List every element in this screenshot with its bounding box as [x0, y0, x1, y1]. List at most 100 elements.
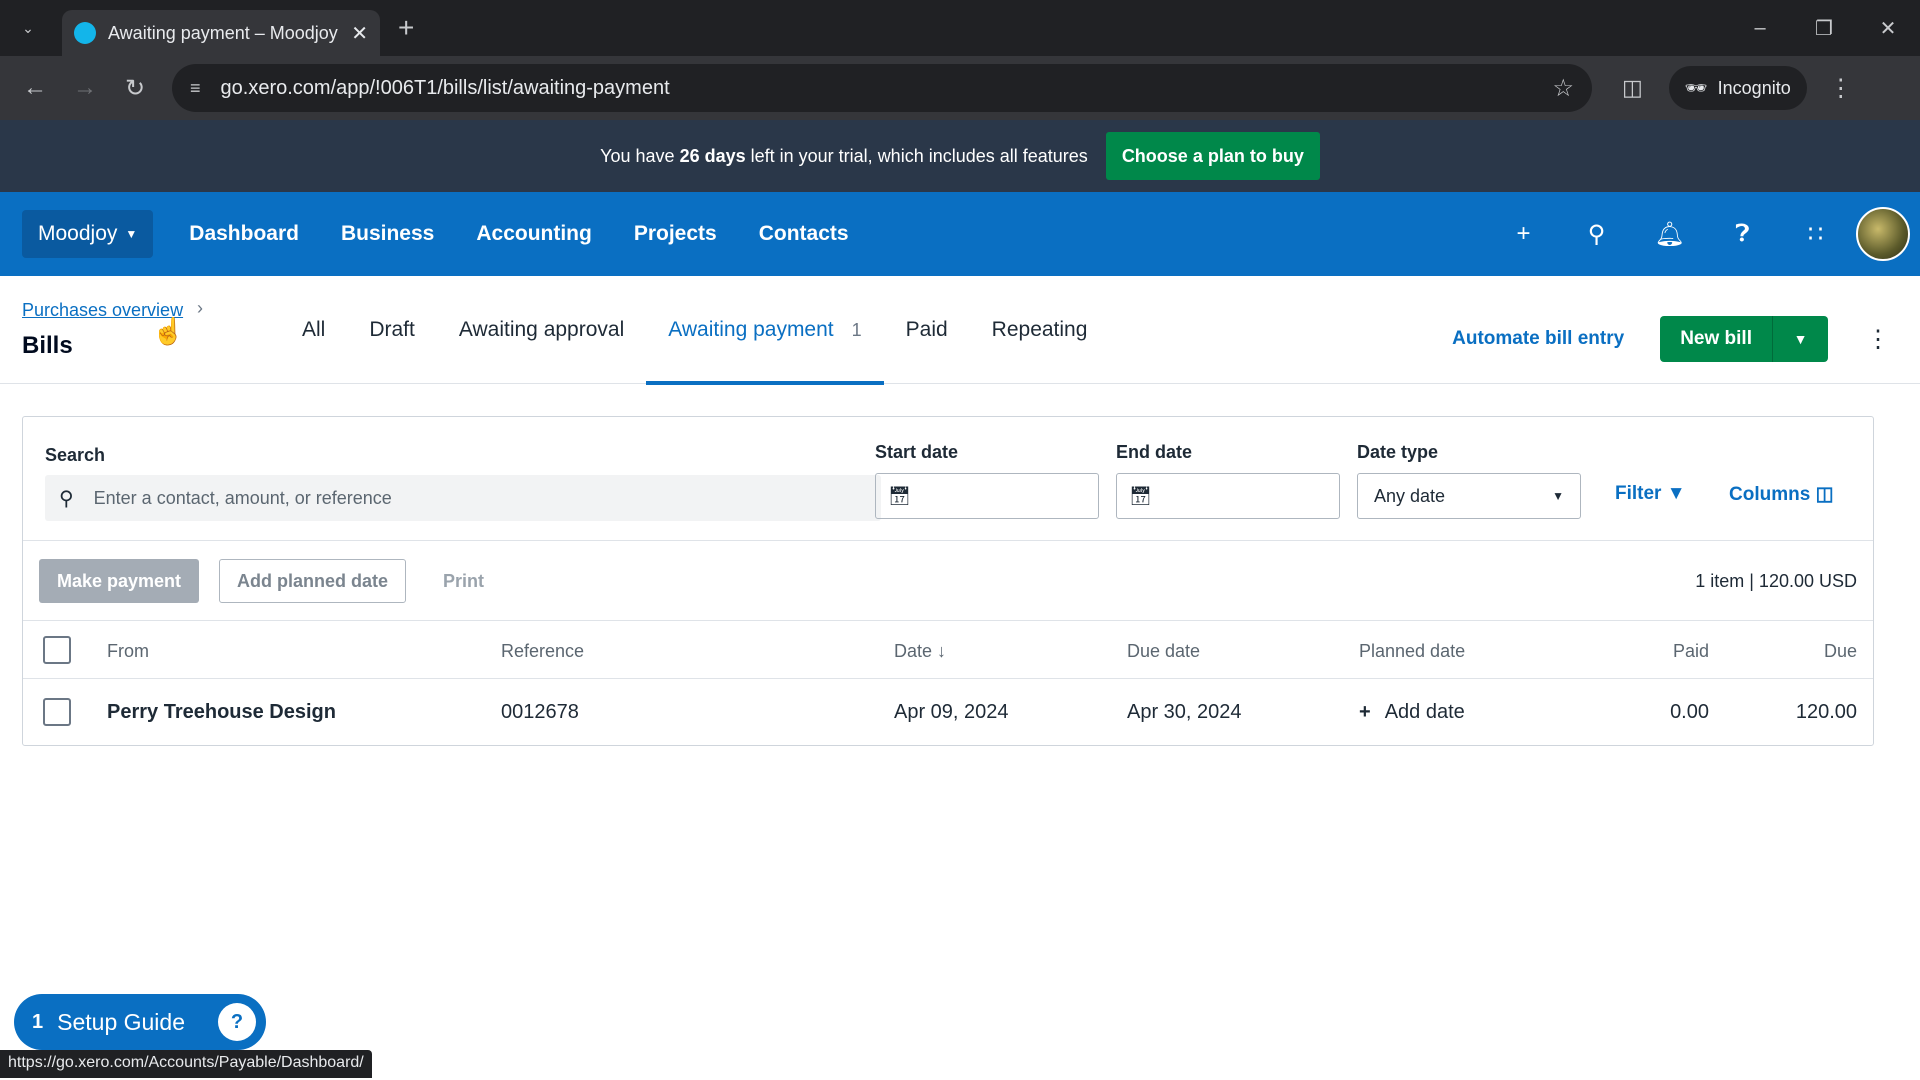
tab-all-label: All — [302, 318, 326, 341]
org-name: Moodjoy — [38, 222, 118, 245]
bills-panel: Search ⚲ Start date 📅︎ End date 📅︎ Date … — [22, 416, 1874, 746]
row-checkbox[interactable] — [43, 698, 71, 726]
incognito-label: Incognito — [1717, 77, 1791, 98]
browser-menu-icon[interactable]: ⋮ — [1829, 74, 1853, 103]
setup-guide-button[interactable]: 1 Setup Guide ? — [14, 994, 266, 1050]
table-row[interactable]: Perry Treehouse Design 0012678 Apr 09, 2… — [23, 679, 1873, 745]
end-date-label: End date — [1116, 442, 1193, 462]
row-from[interactable]: Perry Treehouse Design — [107, 701, 336, 724]
tab-search-icon[interactable]: ⌄ — [8, 8, 48, 48]
app-launcher-grid-icon[interactable]: ∷ — [1779, 220, 1852, 249]
col-date[interactable]: Date ↓ — [894, 641, 946, 662]
minimize-icon[interactable]: – — [1728, 17, 1792, 40]
new-bill-button[interactable]: New bill — [1660, 316, 1772, 362]
add-planned-date-button[interactable]: Add planned date — [219, 559, 407, 603]
tab-paid[interactable]: Paid — [884, 276, 970, 384]
tab-awaiting-approval-label: Awaiting approval — [458, 318, 625, 341]
col-reference[interactable]: Reference — [501, 641, 584, 662]
main-navigation: Moodjoy ▼ Dashboard Business Accounting … — [0, 192, 1920, 276]
tab-all[interactable]: All — [280, 276, 347, 384]
search-icon[interactable]: ⚲ — [1560, 220, 1633, 249]
reload-icon[interactable]: ↻ — [110, 74, 160, 103]
filter-button[interactable]: Filter ▼ — [1615, 483, 1686, 505]
tab-awaiting-approval[interactable]: Awaiting approval — [437, 276, 646, 384]
date-type-label: Date type — [1357, 442, 1439, 462]
calendar-icon[interactable]: 📅︎ — [1129, 486, 1152, 507]
nav-dashboard[interactable]: Dashboard — [189, 222, 299, 246]
browser-tab[interactable]: Awaiting payment – Moodjoy – ✕ — [62, 10, 380, 56]
row-paid: 0.00 — [1670, 701, 1709, 723]
tab-awaiting-payment[interactable]: Awaiting payment 1 — [646, 276, 885, 385]
page-title: Bills — [22, 332, 73, 359]
trial-days: 26 days — [679, 145, 746, 166]
restore-icon[interactable]: ❐ — [1792, 16, 1856, 41]
new-bill-dropdown-icon[interactable]: ▼ — [1772, 316, 1828, 362]
col-due[interactable]: Due — [1824, 641, 1857, 662]
start-date-label: Start date — [875, 442, 959, 462]
select-all-checkbox[interactable] — [43, 636, 71, 664]
row-due-date: Apr 30, 2024 — [1127, 701, 1242, 723]
nav-projects[interactable]: Projects — [634, 222, 717, 246]
search-field[interactable]: ⚲ — [45, 475, 881, 521]
help-icon[interactable]: ❓︎ — [1706, 220, 1779, 248]
incognito-indicator[interactable]: 🕶 Incognito — [1668, 66, 1807, 110]
create-new-icon[interactable]: + — [1487, 220, 1560, 248]
row-due: 120.00 — [1795, 701, 1857, 723]
header-actions: Automate bill entry New bill ▼ ⋮ — [1452, 316, 1890, 362]
tab-repeating-label: Repeating — [991, 318, 1088, 341]
bookmark-star-icon[interactable]: ☆ — [1552, 74, 1574, 103]
sort-arrow-down-icon: ↓ — [937, 641, 947, 661]
columns-button[interactable]: Columns ◫ — [1729, 483, 1834, 506]
tab-draft[interactable]: Draft — [347, 276, 437, 384]
site-settings-icon[interactable]: ≡ — [190, 78, 201, 99]
nav-business[interactable]: Business — [341, 222, 434, 246]
more-options-icon[interactable]: ⋮ — [1866, 325, 1890, 354]
trial-prefix: You have — [600, 145, 680, 166]
breadcrumb-chevron-icon: › — [197, 298, 203, 318]
search-input[interactable] — [93, 487, 854, 509]
tab-paid-label: Paid — [905, 318, 948, 341]
nav-contacts[interactable]: Contacts — [759, 222, 849, 246]
xero-favicon-icon — [74, 22, 96, 44]
status-bar-url: https://go.xero.com/Accounts/Payable/Das… — [0, 1050, 372, 1078]
help-chat-icon[interactable]: ? — [218, 1003, 256, 1041]
table-header: From Reference Date ↓ Due date Planned d… — [23, 621, 1873, 679]
end-date-input[interactable]: 📅︎ — [1116, 473, 1340, 519]
col-due-date[interactable]: Due date — [1127, 641, 1200, 662]
notifications-bell-icon[interactable]: 🔔︎ — [1633, 220, 1706, 249]
date-type-select[interactable]: Any date ▼ — [1357, 473, 1581, 519]
columns-label: Columns — [1729, 484, 1811, 505]
nav-accounting[interactable]: Accounting — [476, 222, 592, 246]
page-header: Purchases overview › Bills All Draft Awa… — [0, 276, 1920, 385]
setup-guide-count: 1 — [32, 1010, 44, 1033]
start-date-input[interactable]: 📅︎ — [875, 473, 1099, 519]
calendar-icon[interactable]: 📅︎ — [888, 486, 911, 507]
choose-plan-button[interactable]: Choose a plan to buy — [1105, 132, 1320, 180]
org-switcher[interactable]: Moodjoy ▼ — [22, 210, 154, 258]
close-window-icon[interactable]: ✕ — [1856, 16, 1920, 41]
tab-repeating[interactable]: Repeating — [970, 276, 1110, 384]
col-from[interactable]: From — [107, 641, 149, 662]
add-date-button[interactable]: + Add date — [1359, 701, 1465, 724]
filter-label: Filter — [1615, 483, 1662, 504]
trial-banner: You have 26 days left in your trial, whi… — [0, 120, 1920, 192]
nav-tools: + ⚲ 🔔︎ ❓︎ ∷ — [1487, 192, 1910, 276]
close-tab-icon[interactable]: ✕ — [351, 21, 368, 46]
make-payment-button[interactable]: Make payment — [39, 559, 200, 603]
side-panel-icon[interactable]: ◫ — [1622, 75, 1643, 101]
user-avatar[interactable] — [1856, 207, 1910, 261]
address-bar[interactable]: ≡ go.xero.com/app/!006T1/bills/list/awai… — [172, 64, 1592, 112]
col-planned-date[interactable]: Planned date — [1359, 641, 1465, 662]
back-icon[interactable]: ← — [10, 74, 60, 102]
caret-down-icon: ▼ — [125, 227, 138, 241]
caret-down-icon: ▼ — [1552, 489, 1564, 503]
incognito-icon: 🕶 — [1684, 77, 1708, 98]
automate-bill-entry-link[interactable]: Automate bill entry — [1452, 328, 1624, 350]
bulk-actions-bar: Make payment Add planned date Print 1 it… — [23, 541, 1873, 621]
new-tab-icon[interactable]: + — [398, 12, 414, 44]
new-bill-split-button: New bill ▼ — [1660, 316, 1828, 362]
print-button[interactable]: Print — [443, 571, 484, 592]
address-url: go.xero.com/app/!006T1/bills/list/awaiti… — [220, 76, 670, 99]
forward-icon[interactable]: → — [60, 74, 110, 102]
col-paid[interactable]: Paid — [1673, 641, 1709, 662]
